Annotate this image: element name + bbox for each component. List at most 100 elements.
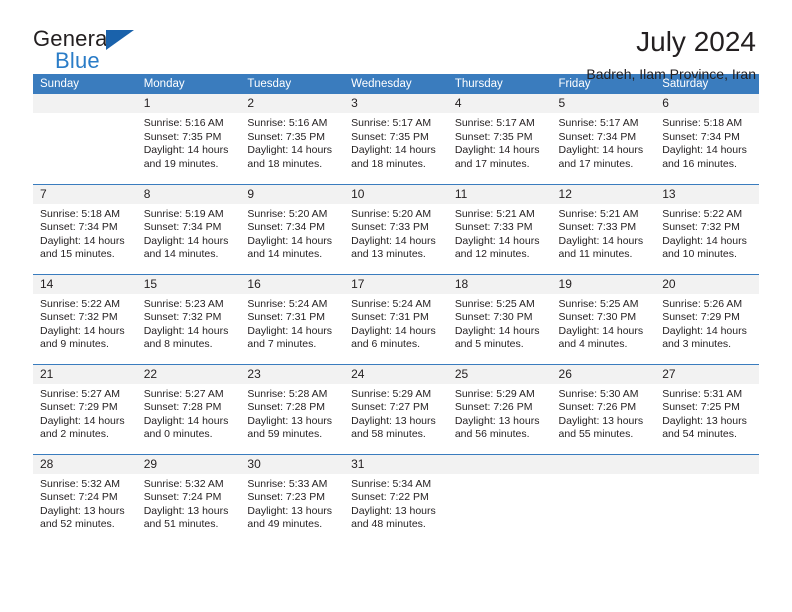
calendar-day-cell[interactable]: 26 Sunrise: 5:30 AM Sunset: 7:26 PM Dayligh… [551, 363, 656, 454]
day-detail-line: and 3 minutes. [662, 338, 732, 351]
calendar-day-cell[interactable]: 21 Sunrise: 5:27 AM Sunset: 7:29 PM Dayligh… [33, 363, 137, 454]
day-detail-line: Sunset: 7:33 PM [454, 221, 533, 234]
calendar-day-cell[interactable]: 27 Sunrise: 5:31 AM Sunset: 7:25 PM Dayligh… [655, 363, 759, 454]
calendar-week-row: 21 Sunrise: 5:27 AM Sunset: 7:29 PM Dayligh… [33, 363, 759, 454]
day-number: 18 [447, 274, 552, 294]
day-detail-line: Sunrise: 5:25 AM [454, 297, 535, 310]
calendar-day-cell[interactable]: 5 Sunrise: 5:17 AM Sunset: 7:34 PM Daylight… [551, 94, 656, 184]
calendar-day-cell[interactable]: 18 Sunrise: 5:25 AM Sunset: 7:30 PM Dayligh… [447, 273, 552, 364]
day-detail-line: Sunrise: 5:21 AM [454, 207, 535, 220]
calendar-week-row: 1 Sunrise: 5:16 AM Sunset: 7:35 PM Daylight… [33, 94, 759, 184]
day-detail-line: and 14 minutes. [143, 248, 219, 261]
calendar-day-cell[interactable]: 30 Sunrise: 5:33 AM Sunset: 7:23 PM Dayligh… [240, 453, 345, 544]
calendar-day-cell[interactable]: 3 Sunrise: 5:17 AM Sunset: 7:35 PM Daylight… [344, 94, 448, 184]
day-detail-line: Daylight: 14 hours [454, 144, 540, 157]
day-details [655, 474, 759, 478]
calendar-day-cell[interactable]: 13 Sunrise: 5:22 AM Sunset: 7:32 PM Dayligh… [655, 183, 759, 274]
day-number: 5 [551, 94, 656, 113]
calendar-day-cell[interactable]: 25 Sunrise: 5:29 AM Sunset: 7:26 PM Dayligh… [447, 363, 552, 454]
day-detail-line: Sunrise: 5:18 AM [662, 117, 743, 129]
day-details: Sunrise: 5:17 AM Sunset: 7:35 PM Daylight:… [448, 113, 552, 171]
day-number: 15 [136, 274, 241, 294]
day-detail-line: Sunrise: 5:32 AM [143, 477, 224, 490]
day-detail-line: Sunrise: 5:17 AM [454, 117, 535, 129]
day-number: 1 [136, 94, 241, 113]
day-detail-line: Sunrise: 5:25 AM [558, 297, 639, 310]
calendar-day-cell[interactable]: 16 Sunrise: 5:24 AM Sunset: 7:31 PM Dayligh… [240, 273, 345, 364]
calendar-day-cell[interactable]: 10 Sunrise: 5:20 AM Sunset: 7:33 PM Dayligh… [344, 183, 448, 274]
day-detail-line: Daylight: 14 hours [247, 144, 333, 157]
day-details: Sunrise: 5:32 AM Sunset: 7:24 PM Daylight:… [33, 474, 137, 532]
day-detail-line: Sunrise: 5:28 AM [247, 387, 328, 400]
page-title: July 2024 [636, 26, 756, 57]
day-detail-line: and 17 minutes. [558, 157, 634, 170]
calendar-day-cell[interactable]: 6 Sunrise: 5:18 AM Sunset: 7:34 PM Daylight… [655, 94, 759, 184]
day-detail-line: and 49 minutes. [247, 518, 323, 531]
day-details: Sunrise: 5:21 AM Sunset: 7:33 PM Daylight:… [448, 204, 552, 262]
day-detail-line: Sunset: 7:27 PM [351, 401, 429, 414]
day-detail-line: and 4 minutes. [558, 338, 628, 351]
calendar-day-cell[interactable]: 24 Sunrise: 5:29 AM Sunset: 7:27 PM Dayligh… [344, 363, 448, 454]
day-number: 17 [344, 274, 448, 294]
calendar-day-cell[interactable]: 2 Sunrise: 5:16 AM Sunset: 7:35 PM Daylight… [240, 94, 345, 184]
day-detail-line: Sunset: 7:33 PM [351, 221, 429, 234]
calendar-day-cell-empty [447, 453, 552, 544]
day-detail-line: Sunrise: 5:20 AM [351, 207, 432, 220]
day-detail-line: and 5 minutes. [454, 338, 524, 351]
calendar-week-row: 7 Sunrise: 5:18 AM Sunset: 7:34 PM Daylight… [33, 183, 759, 274]
day-detail-line: Daylight: 13 hours [351, 414, 436, 427]
day-detail-line: Daylight: 14 hours [558, 324, 644, 337]
day-detail-line: Sunrise: 5:34 AM [351, 477, 432, 490]
weekday-header-tuesday: Tuesday [240, 74, 345, 94]
day-detail-line: Sunrise: 5:27 AM [40, 387, 120, 400]
day-detail-line: and 48 minutes. [351, 518, 426, 531]
calendar-day-cell[interactable]: 7 Sunrise: 5:18 AM Sunset: 7:34 PM Daylight… [33, 183, 137, 274]
day-detail-line: Sunrise: 5:29 AM [454, 387, 535, 400]
calendar-day-cell[interactable]: 19 Sunrise: 5:25 AM Sunset: 7:30 PM Dayligh… [551, 273, 656, 364]
day-detail-line: Sunset: 7:32 PM [40, 311, 118, 324]
day-details: Sunrise: 5:18 AM Sunset: 7:34 PM Daylight:… [655, 113, 759, 171]
calendar-day-cell[interactable]: 17 Sunrise: 5:24 AM Sunset: 7:31 PM Dayligh… [344, 273, 448, 364]
calendar-day-cell[interactable]: 15 Sunrise: 5:23 AM Sunset: 7:32 PM Dayligh… [136, 273, 241, 364]
brand-logo[interactable]: General Blue [33, 26, 153, 72]
day-detail-line: Daylight: 14 hours [247, 234, 333, 247]
calendar-day-cell[interactable]: 22 Sunrise: 5:27 AM Sunset: 7:28 PM Dayligh… [136, 363, 241, 454]
day-detail-line: Sunset: 7:32 PM [662, 221, 740, 234]
page-header: General Blue July 2024 Badreh, Ilam Prov… [33, 0, 759, 82]
day-detail-line: Sunrise: 5:22 AM [40, 297, 120, 310]
day-detail-line: and 52 minutes. [40, 518, 115, 531]
day-detail-line: Sunrise: 5:17 AM [351, 117, 432, 129]
calendar-day-cell[interactable]: 23 Sunrise: 5:28 AM Sunset: 7:28 PM Dayligh… [240, 363, 345, 454]
day-detail-line: Sunrise: 5:24 AM [247, 297, 328, 310]
day-detail-line: Daylight: 14 hours [558, 234, 644, 247]
calendar-day-cell[interactable]: 1 Sunrise: 5:16 AM Sunset: 7:35 PM Daylight… [136, 94, 241, 184]
day-detail-line: Sunrise: 5:31 AM [662, 387, 743, 400]
calendar-day-cell[interactable]: 28 Sunrise: 5:32 AM Sunset: 7:24 PM Dayligh… [33, 453, 137, 544]
calendar-week-row: 28 Sunrise: 5:32 AM Sunset: 7:24 PM Dayligh… [33, 453, 759, 544]
day-details: Sunrise: 5:28 AM Sunset: 7:28 PM Daylight:… [240, 384, 344, 442]
day-number: 20 [655, 274, 759, 294]
calendar-day-cell[interactable]: 4 Sunrise: 5:17 AM Sunset: 7:35 PM Daylight… [447, 94, 552, 184]
day-detail-line: and 8 minutes. [143, 338, 213, 351]
day-detail-line: Sunrise: 5:30 AM [558, 387, 639, 400]
day-detail-line: and 10 minutes. [662, 248, 737, 261]
day-details: Sunrise: 5:20 AM Sunset: 7:34 PM Daylight:… [240, 204, 344, 262]
calendar-day-cell[interactable]: 8 Sunrise: 5:19 AM Sunset: 7:34 PM Daylight… [136, 183, 241, 274]
day-number: 24 [344, 364, 448, 384]
day-details: Sunrise: 5:27 AM Sunset: 7:28 PM Daylight:… [137, 384, 241, 442]
day-details: Sunrise: 5:29 AM Sunset: 7:27 PM Daylight:… [344, 384, 448, 442]
day-number: 7 [33, 184, 137, 204]
calendar-day-cell[interactable]: 14 Sunrise: 5:22 AM Sunset: 7:32 PM Dayligh… [33, 273, 137, 364]
day-detail-line: and 51 minutes. [143, 518, 219, 531]
calendar-day-cell[interactable]: 9 Sunrise: 5:20 AM Sunset: 7:34 PM Daylight… [240, 183, 345, 274]
day-detail-line: Sunrise: 5:26 AM [662, 297, 743, 310]
day-details: Sunrise: 5:22 AM Sunset: 7:32 PM Daylight:… [655, 204, 759, 262]
day-number: 26 [551, 364, 656, 384]
calendar-day-cell[interactable]: 20 Sunrise: 5:26 AM Sunset: 7:29 PM Dayligh… [655, 273, 759, 364]
calendar-day-cell[interactable]: 31 Sunrise: 5:34 AM Sunset: 7:22 PM Dayligh… [344, 453, 448, 544]
calendar-day-cell[interactable]: 29 Sunrise: 5:32 AM Sunset: 7:24 PM Dayligh… [136, 453, 241, 544]
calendar-day-cell[interactable]: 11 Sunrise: 5:21 AM Sunset: 7:33 PM Dayligh… [447, 183, 552, 274]
day-number [447, 454, 552, 474]
day-details: Sunrise: 5:17 AM Sunset: 7:34 PM Daylight:… [552, 113, 656, 171]
calendar-day-cell[interactable]: 12 Sunrise: 5:21 AM Sunset: 7:33 PM Dayligh… [551, 183, 656, 274]
